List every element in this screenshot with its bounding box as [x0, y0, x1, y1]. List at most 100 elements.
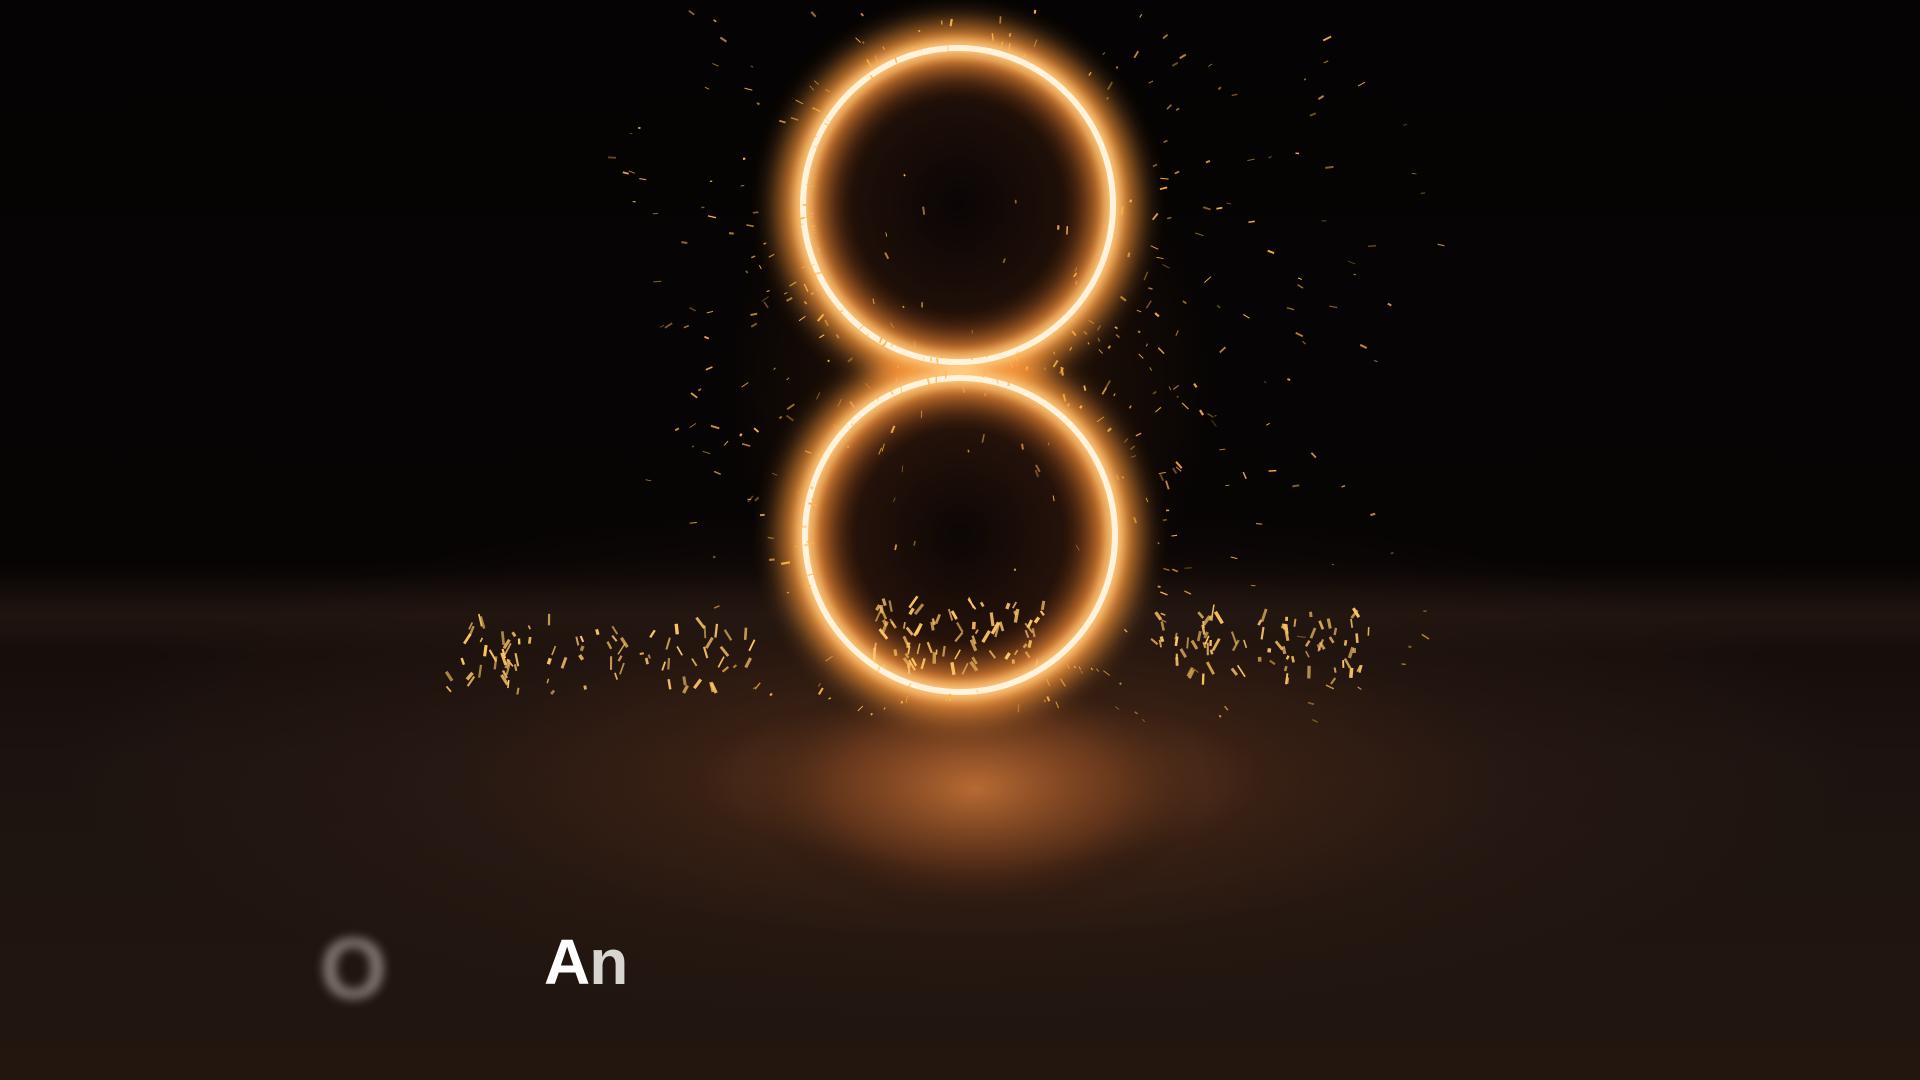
spark: [1174, 170, 1180, 175]
spark: [903, 173, 906, 177]
spark: [1157, 585, 1161, 588]
spark: [1101, 387, 1108, 395]
spark: [1286, 306, 1295, 311]
spark: [767, 536, 774, 540]
ground-spark: [1326, 618, 1332, 629]
spark: [622, 171, 629, 175]
ground-spark: [1005, 602, 1011, 610]
ground-spark: [1243, 639, 1248, 649]
spark: [1219, 346, 1227, 354]
spark: [689, 423, 697, 429]
spark: [795, 99, 804, 105]
spark: [1145, 497, 1149, 503]
spark: [922, 357, 925, 361]
spark: [779, 119, 786, 124]
spark: [1156, 256, 1164, 259]
spark: [862, 41, 865, 44]
ground-spark: [1343, 639, 1348, 646]
spark: [1184, 590, 1192, 595]
spark: [1353, 273, 1357, 276]
ground-spark: [617, 642, 626, 655]
spark: [1150, 637, 1159, 646]
spark: [1242, 471, 1247, 480]
ground-spark: [513, 664, 518, 672]
spark: [1097, 337, 1101, 342]
spark: [1043, 699, 1047, 703]
ground-spark: [647, 654, 651, 659]
ground-spark: [1285, 655, 1290, 660]
spark: [768, 253, 775, 258]
spark: [1123, 438, 1129, 443]
ground-spark: [1281, 645, 1287, 655]
spark: [1193, 383, 1198, 388]
ground-spark: [1267, 648, 1272, 653]
ground-spark: [500, 631, 506, 646]
spark: [786, 377, 790, 381]
spark: [1408, 645, 1412, 649]
spark: [713, 605, 720, 609]
ground-spark: [595, 628, 600, 636]
ground-spark: [460, 657, 466, 666]
spark: [1199, 409, 1205, 416]
ground-spark: [1159, 636, 1165, 643]
ground-spark: [488, 649, 498, 662]
spark: [1214, 414, 1217, 417]
caption-word: An: [544, 925, 628, 999]
spark: [1083, 385, 1087, 391]
ground-spark: [614, 672, 619, 680]
ground-spark: [1179, 648, 1187, 659]
spark: [728, 232, 734, 235]
spark: [1218, 714, 1222, 718]
ground-spark: [1230, 631, 1238, 645]
spark: [1373, 360, 1378, 363]
spark: [707, 215, 717, 219]
ground-spark: [873, 642, 877, 651]
ground-spark: [719, 645, 730, 657]
spark: [785, 414, 794, 422]
spark: [1292, 484, 1300, 488]
spark: [1154, 312, 1160, 318]
ground-spark: [546, 657, 552, 665]
spark: [870, 712, 873, 716]
spark: [1248, 220, 1255, 223]
spark: [1402, 123, 1408, 126]
ground-spark: [743, 627, 748, 640]
spark: [1137, 330, 1141, 334]
spark: [1179, 53, 1187, 60]
ground-spark: [507, 679, 510, 689]
ground-spark: [1291, 655, 1295, 663]
spark: [1166, 104, 1173, 110]
spark: [872, 298, 875, 305]
spark: [608, 156, 617, 159]
spark: [1205, 159, 1211, 164]
spark: [1175, 330, 1179, 337]
ground-spark: [611, 625, 619, 635]
ground-spark: [1230, 667, 1239, 676]
spark: [713, 19, 717, 23]
spark: [805, 216, 813, 218]
spark: [1138, 353, 1144, 359]
spark: [1224, 705, 1229, 711]
spark: [803, 300, 808, 305]
spark: [1157, 347, 1165, 355]
spark: [995, 376, 999, 384]
ground-spark: [744, 657, 752, 669]
spark: [798, 315, 806, 322]
spark: [1230, 556, 1238, 560]
spark: [659, 324, 665, 328]
spark: [781, 561, 791, 565]
spark: [1096, 325, 1102, 331]
spark: [689, 522, 697, 524]
spark: [706, 310, 714, 314]
spark: [1106, 427, 1112, 433]
spark: [741, 442, 751, 447]
spark: [769, 558, 775, 561]
spark: [847, 357, 854, 363]
spark: [1171, 534, 1178, 537]
ground-spark: [1274, 640, 1284, 651]
spark: [1387, 302, 1392, 307]
ground-spark: [1196, 630, 1202, 642]
spark: [1075, 280, 1078, 285]
ground-spark: [1305, 650, 1310, 658]
spark: [769, 692, 773, 697]
